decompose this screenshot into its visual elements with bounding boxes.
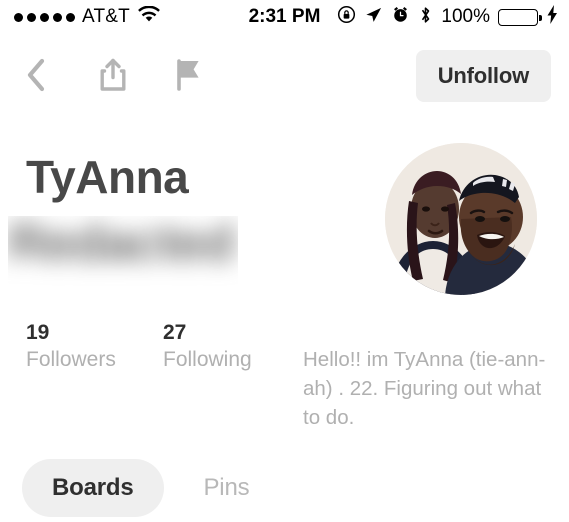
lightning-bolt-icon bbox=[546, 5, 559, 29]
profile-name: TyAnna bbox=[26, 151, 189, 203]
navigation-bar: Unfollow bbox=[0, 44, 569, 106]
battery-icon bbox=[498, 8, 542, 26]
followers-label: Followers bbox=[26, 348, 116, 372]
nav-icon-group bbox=[20, 44, 206, 106]
flag-icon[interactable] bbox=[172, 55, 206, 95]
location-arrow-icon bbox=[364, 5, 383, 29]
profile-lastname-redacted: Redacted bbox=[8, 216, 238, 290]
bluetooth-icon bbox=[418, 5, 433, 30]
status-bar-right: 100% bbox=[337, 5, 559, 30]
stat-followers[interactable]: 19 Followers bbox=[26, 320, 163, 374]
tab-bar: Boards Pins bbox=[22, 459, 279, 517]
alarm-clock-icon bbox=[391, 5, 410, 29]
stat-following[interactable]: 27 Following bbox=[163, 320, 300, 374]
avatar[interactable] bbox=[385, 143, 537, 295]
profile-lastname-text: Redacted bbox=[8, 216, 235, 272]
followers-count: 19 bbox=[26, 321, 50, 344]
following-label: Following bbox=[163, 348, 252, 372]
unfollow-button[interactable]: Unfollow bbox=[415, 50, 551, 102]
avatar-photo bbox=[385, 143, 537, 295]
rotation-lock-icon bbox=[337, 5, 356, 29]
share-icon[interactable] bbox=[96, 55, 130, 95]
back-chevron-icon[interactable] bbox=[20, 55, 54, 95]
stats-row: 19 Followers 27 Following bbox=[26, 320, 300, 374]
status-bar: AT&T 2:31 PM 100% bbox=[0, 0, 569, 34]
following-count: 27 bbox=[163, 321, 187, 344]
tab-boards[interactable]: Boards bbox=[22, 459, 164, 517]
battery-percent-label: 100% bbox=[441, 6, 490, 27]
profile-bio: Hello!! im TyAnna (tie-ann-ah) . 22. Fig… bbox=[303, 348, 546, 430]
tab-pins[interactable]: Pins bbox=[174, 459, 280, 517]
